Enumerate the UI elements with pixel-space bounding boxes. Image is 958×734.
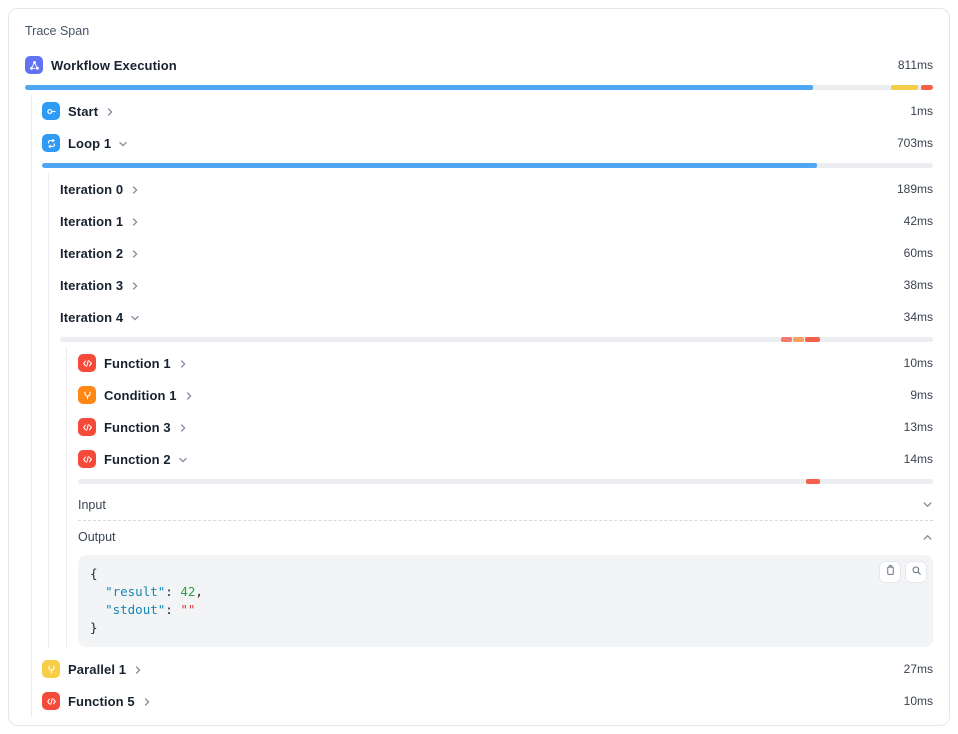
chevron-right-icon [184, 391, 194, 401]
workflow-icon [25, 56, 43, 74]
start-icon [42, 102, 60, 120]
code-actions [879, 561, 927, 583]
node-row-start[interactable]: Start 1ms [42, 95, 933, 127]
node-duration: 1ms [910, 104, 933, 118]
workflow-execution-row[interactable]: Workflow Execution 811ms [25, 49, 933, 81]
node-row-condition-1[interactable]: Condition 1 9ms [78, 379, 933, 411]
search-icon [910, 564, 923, 580]
iteration-4-timeline-bar [60, 337, 933, 342]
workflow-label: Workflow Execution [51, 58, 177, 73]
workflow-children: Start 1ms Loop 1 703ms Iteration 0 189ms [31, 95, 933, 717]
loop-icon [42, 134, 60, 152]
condition-icon [78, 386, 96, 404]
iteration-row-1[interactable]: Iteration 1 42ms [60, 205, 933, 237]
iteration-row-0[interactable]: Iteration 0 189ms [60, 173, 933, 205]
iteration-row-4[interactable]: Iteration 4 34ms [60, 301, 933, 333]
chevron-right-icon [130, 217, 140, 227]
panel-title: Trace Span [25, 23, 933, 39]
copy-icon [884, 564, 897, 580]
chevron-right-icon [130, 249, 140, 259]
chevron-right-icon [133, 665, 143, 675]
chevron-right-icon [178, 423, 188, 433]
trace-span-panel: Trace Span Workflow Execution 811ms Star… [8, 8, 950, 726]
search-button[interactable] [905, 561, 927, 583]
output-section-toggle[interactable]: Output [78, 521, 933, 553]
node-row-loop-1[interactable]: Loop 1 703ms [42, 127, 933, 159]
iteration-row-3[interactable]: Iteration 3 38ms [60, 269, 933, 301]
workflow-timeline-bar [25, 85, 933, 90]
iteration-row-2[interactable]: Iteration 2 60ms [60, 237, 933, 269]
chevron-up-icon [922, 532, 933, 543]
node-row-function-2[interactable]: Function 2 14ms [78, 443, 933, 475]
code-icon [78, 354, 96, 372]
code-icon [78, 418, 96, 436]
chevron-right-icon [105, 107, 115, 117]
output-code-block: { "result": 42, "stdout": ""} [78, 555, 933, 647]
chevron-down-icon [178, 455, 188, 465]
parallel-icon [42, 660, 60, 678]
node-row-function-3[interactable]: Function 3 13ms [78, 411, 933, 443]
node-row-function-5[interactable]: Function 5 10ms [42, 685, 933, 717]
chevron-down-icon [130, 313, 140, 323]
node-label: Loop 1 [68, 136, 111, 151]
iteration-4-children: Function 1 10ms Condition 1 9ms [66, 347, 933, 647]
chevron-right-icon [178, 359, 188, 369]
workflow-duration: 811ms [898, 58, 933, 72]
chevron-right-icon [130, 185, 140, 195]
node-row-function-1[interactable]: Function 1 10ms [78, 347, 933, 379]
chevron-right-icon [142, 697, 152, 707]
loop-timeline-bar [42, 163, 933, 168]
chevron-down-icon [922, 499, 933, 510]
code-icon [78, 450, 96, 468]
function-2-timeline-bar [78, 479, 933, 484]
input-label: Input [78, 498, 106, 512]
node-row-parallel-1[interactable]: Parallel 1 27ms [42, 653, 933, 685]
copy-button[interactable] [879, 561, 901, 583]
code-icon [42, 692, 60, 710]
output-label: Output [78, 530, 116, 544]
node-label: Start [68, 104, 98, 119]
input-section-toggle[interactable]: Input [78, 489, 933, 521]
chevron-down-icon [118, 139, 128, 149]
node-duration: 703ms [897, 136, 933, 150]
loop-children: Iteration 0 189ms Iteration 1 42ms Itera… [48, 173, 933, 647]
chevron-right-icon [130, 281, 140, 291]
output-json: { "result": 42, "stdout": ""} [90, 565, 921, 637]
